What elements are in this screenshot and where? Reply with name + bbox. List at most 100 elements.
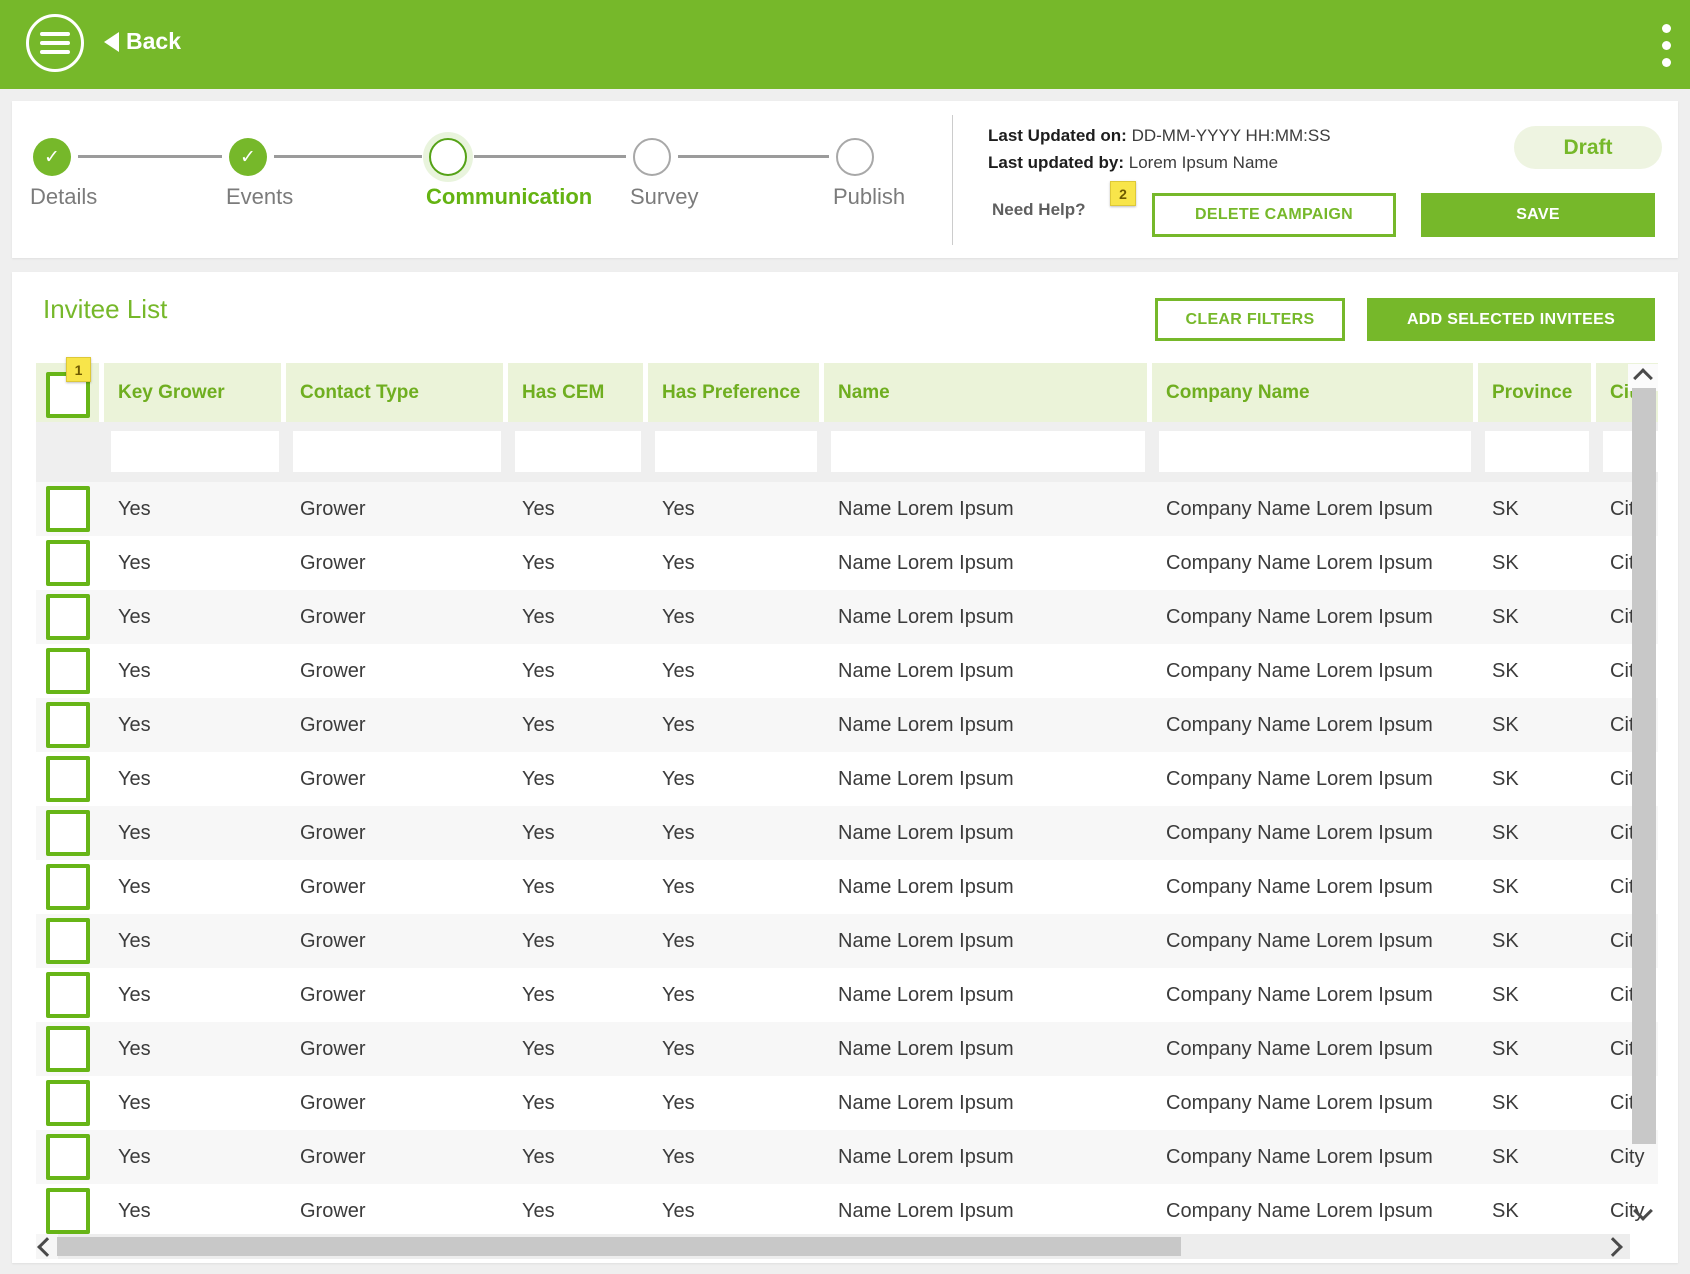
cell-province: SK [1492, 930, 1519, 952]
row-checkbox[interactable] [46, 1188, 90, 1234]
row-checkbox[interactable] [46, 756, 90, 802]
cell-has-preference: Yes [662, 876, 695, 898]
row-checkbox[interactable] [46, 864, 90, 910]
filter-input-contact-type[interactable] [293, 431, 501, 472]
cell-has-preference: Yes [662, 714, 695, 736]
column-header-company-name[interactable]: Company Name [1152, 363, 1478, 422]
row-checkbox-cell [36, 914, 104, 968]
step-circle-communication[interactable] [429, 138, 467, 176]
row-checkbox[interactable] [46, 648, 90, 694]
cell-key-grower: Yes [118, 1146, 151, 1168]
column-header-province[interactable]: Province [1478, 363, 1596, 422]
step-label-events[interactable]: Events [226, 184, 293, 210]
cell-key-grower: Yes [118, 930, 151, 952]
row-checkbox[interactable] [46, 1134, 90, 1180]
row-checkbox[interactable] [46, 702, 90, 748]
table-row: Yes Grower Yes Yes Name Lorem Ipsum Company N… [36, 860, 1658, 914]
cell-company-name: Company Name Lorem Ipsum [1166, 606, 1433, 628]
horizontal-scrollbar-thumb[interactable] [57, 1237, 1181, 1256]
step-label-communication[interactable]: Communication [426, 184, 592, 210]
cell-has-cem: Yes [522, 1038, 555, 1060]
last-updated-on-value: DD-MM-YYYY HH:MM:SS [1131, 126, 1331, 145]
row-checkbox[interactable] [46, 540, 90, 586]
column-header-key-grower[interactable]: Key Grower [104, 363, 286, 422]
cell-contact-type: Grower [300, 498, 366, 520]
clear-filters-button[interactable]: CLEAR FILTERS [1155, 298, 1345, 341]
save-button[interactable]: SAVE [1421, 193, 1655, 237]
cell-has-cem: Yes [522, 930, 555, 952]
filter-input-has-cem[interactable] [515, 431, 641, 472]
row-checkbox[interactable] [46, 972, 90, 1018]
cell-has-cem: Yes [522, 1200, 555, 1222]
row-checkbox[interactable] [46, 810, 90, 856]
page-title: Invitee List [43, 294, 168, 324]
table-row: Yes Grower Yes Yes Name Lorem Ipsum Company N… [36, 536, 1658, 590]
kebab-menu-icon[interactable] [1660, 22, 1673, 69]
step-circle-events[interactable]: ✓ [229, 138, 267, 176]
cell-key-grower: Yes [118, 498, 151, 520]
cell-has-cem: Yes [522, 822, 555, 844]
cell-name: Name Lorem Ipsum [838, 768, 1014, 790]
step-circle-details[interactable]: ✓ [33, 138, 71, 176]
cell-company-name: Company Name Lorem Ipsum [1166, 498, 1433, 520]
cell-has-cem: Yes [522, 606, 555, 628]
scroll-right-button[interactable] [1603, 1237, 1623, 1259]
column-header-contact-type[interactable]: Contact Type [286, 363, 508, 422]
cell-company-name: Company Name Lorem Ipsum [1166, 768, 1433, 790]
row-checkbox[interactable] [46, 918, 90, 964]
cell-has-preference: Yes [662, 822, 695, 844]
cell-name: Name Lorem Ipsum [838, 498, 1014, 520]
scroll-up-button[interactable] [1628, 364, 1658, 391]
cell-has-cem: Yes [522, 768, 555, 790]
cell-province: SK [1492, 984, 1519, 1006]
cell-key-grower: Yes [118, 768, 151, 790]
last-updated-by-line: Last updated by: Lorem Ipsum Name [988, 153, 1278, 173]
step-label-survey[interactable]: Survey [630, 184, 698, 210]
filter-input-name[interactable] [831, 431, 1145, 472]
delete-campaign-button[interactable]: DELETE CAMPAIGN [1152, 193, 1396, 237]
back-button[interactable]: Back [104, 28, 181, 55]
check-icon: ✓ [44, 146, 60, 168]
step-circle-survey[interactable] [633, 138, 671, 176]
filter-input-province[interactable] [1485, 431, 1589, 472]
scroll-down-button[interactable] [1633, 1201, 1653, 1223]
step-connector [274, 155, 422, 158]
column-header-name[interactable]: Name [824, 363, 1152, 422]
vertical-scrollbar-thumb[interactable] [1632, 388, 1656, 1144]
step-connector [474, 155, 626, 158]
table-row: Yes Grower Yes Yes Name Lorem Ipsum Company N… [36, 590, 1658, 644]
cell-company-name: Company Name Lorem Ipsum [1166, 930, 1433, 952]
cell-contact-type: Grower [300, 1092, 366, 1114]
hamburger-menu-icon[interactable] [26, 14, 84, 72]
filter-input-company-name[interactable] [1159, 431, 1471, 472]
cell-contact-type: Grower [300, 876, 366, 898]
filter-cell-has-preference [648, 422, 824, 482]
row-checkbox[interactable] [46, 1026, 90, 1072]
filter-input-key-grower[interactable] [111, 431, 279, 472]
step-label-publish[interactable]: Publish [833, 184, 905, 210]
cell-key-grower: Yes [118, 1200, 151, 1222]
column-header-has-cem[interactable]: Has CEM [508, 363, 648, 422]
cell-key-grower: Yes [118, 1038, 151, 1060]
row-checkbox[interactable] [46, 1080, 90, 1126]
horizontal-scrollbar-track[interactable] [36, 1234, 1630, 1259]
column-header-has-preference[interactable]: Has Preference [648, 363, 824, 422]
need-help-link[interactable]: Need Help? [992, 200, 1086, 220]
step-circle-publish[interactable] [836, 138, 874, 176]
check-icon: ✓ [240, 146, 256, 168]
cell-key-grower: Yes [118, 1092, 151, 1114]
step-connector [678, 155, 829, 158]
annotation-badge-2: 2 [1110, 181, 1136, 206]
row-checkbox[interactable] [46, 594, 90, 640]
scroll-left-button[interactable] [36, 1234, 58, 1259]
cell-has-cem: Yes [522, 876, 555, 898]
filter-cell-name [824, 422, 1152, 482]
cell-key-grower: Yes [118, 714, 151, 736]
divider [952, 115, 953, 245]
filter-input-has-preference[interactable] [655, 431, 817, 472]
table-row: Yes Grower Yes Yes Name Lorem Ipsum Company N… [36, 914, 1658, 968]
step-label-details[interactable]: Details [30, 184, 97, 210]
add-selected-invitees-button[interactable]: ADD SELECTED INVITEES [1367, 298, 1655, 341]
row-checkbox-cell [36, 644, 104, 698]
row-checkbox[interactable] [46, 486, 90, 532]
